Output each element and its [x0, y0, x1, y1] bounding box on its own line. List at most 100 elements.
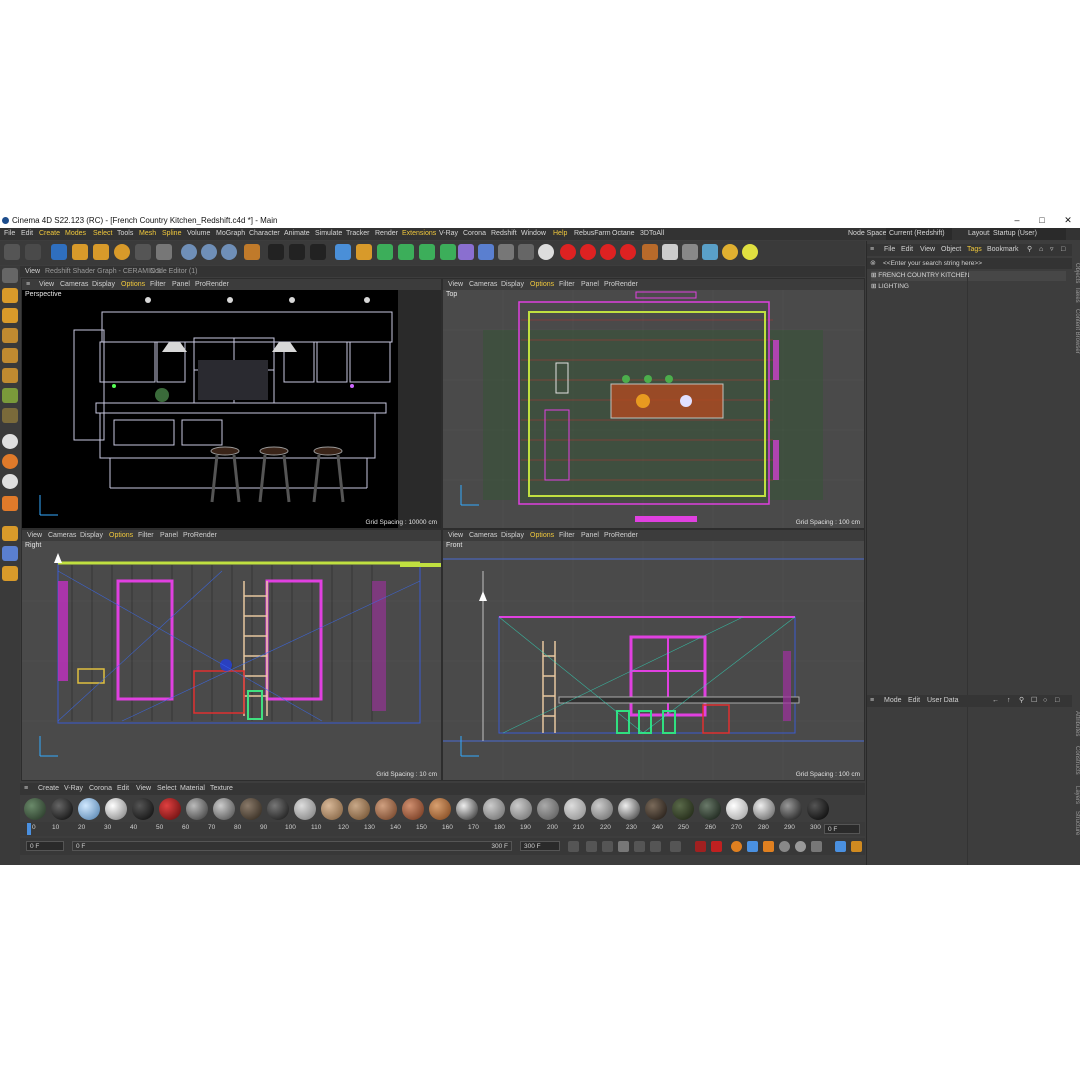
environment-icon[interactable]	[478, 244, 494, 260]
field-icon[interactable]	[458, 244, 474, 260]
viewport-display-menu[interactable]: Display	[501, 530, 524, 541]
cube-icon[interactable]	[335, 244, 351, 260]
minimize-button[interactable]: –	[1005, 213, 1029, 228]
end-frame-field[interactable]: 300 F	[520, 841, 560, 851]
viewport-cameras-menu[interactable]: Cameras	[60, 279, 88, 290]
material-swatch[interactable]	[51, 798, 73, 820]
material-swatch[interactable]	[807, 798, 829, 820]
menu-rebusfarm[interactable]: RebusFarm	[574, 228, 611, 240]
attributes-mode-menu[interactable]: Mode	[884, 695, 902, 707]
lock-icon[interactable]: ☐	[1031, 695, 1037, 707]
mm-create-menu[interactable]: Create	[38, 783, 59, 795]
timeline-window-icon[interactable]	[835, 841, 846, 852]
snap-settings-icon[interactable]	[2, 454, 18, 469]
viewport-prorender-menu[interactable]: ProRender	[604, 279, 638, 290]
material-swatch[interactable]	[591, 798, 613, 820]
attributes-edit-menu[interactable]: Edit	[908, 695, 920, 707]
color-icon[interactable]	[722, 244, 738, 260]
viewport-display-menu[interactable]: Display	[501, 279, 524, 290]
search-icon[interactable]: ⚲	[1019, 695, 1024, 707]
right-viewport[interactable]: View Cameras Display Options Filter Pane…	[21, 529, 442, 781]
undo-icon[interactable]	[4, 244, 20, 260]
render-picture-viewer-icon[interactable]	[289, 244, 305, 260]
position-key-icon[interactable]	[747, 841, 758, 852]
viewport-menu-icon[interactable]: ≡	[24, 279, 32, 290]
menu-animate[interactable]: Animate	[284, 228, 310, 240]
menu-help[interactable]: Help	[553, 228, 567, 240]
perspective-viewport[interactable]: ≡ View Cameras Display Options Filter Pa…	[21, 278, 442, 529]
clear-search-icon[interactable]: ⊗	[870, 258, 876, 269]
close-button[interactable]: ✕	[1056, 213, 1080, 228]
record-icon[interactable]	[695, 841, 706, 852]
material-swatch[interactable]	[618, 798, 640, 820]
material-swatch[interactable]	[294, 798, 316, 820]
octane-icon[interactable]	[682, 244, 698, 260]
preview-range-slider[interactable]: 0 F 300 F	[72, 841, 512, 851]
pen-spline-icon[interactable]	[356, 244, 372, 260]
material-menu-icon[interactable]: ≡	[24, 783, 28, 795]
attributes-menu-icon[interactable]: ≡	[870, 695, 874, 707]
material-swatch[interactable]	[186, 798, 208, 820]
material-swatch[interactable]	[375, 798, 397, 820]
mm-corona-menu[interactable]: Corona	[89, 783, 112, 795]
menu-mesh[interactable]: Mesh	[139, 228, 156, 240]
menu-corona[interactable]: Corona	[463, 228, 486, 240]
move-tool-icon[interactable]	[72, 244, 88, 260]
subdivision-icon[interactable]	[377, 244, 393, 260]
layout-dropdown[interactable]: Startup (User)	[990, 228, 1066, 240]
tab-structure[interactable]: Structure	[1071, 811, 1080, 851]
viewport-cameras-menu[interactable]: Cameras	[469, 279, 497, 290]
pla-key-icon[interactable]	[811, 841, 822, 852]
material-swatch[interactable]	[132, 798, 154, 820]
menu-simulate[interactable]: Simulate	[315, 228, 342, 240]
deformer-icon[interactable]	[440, 244, 456, 260]
axis-mode-icon[interactable]	[2, 408, 18, 423]
mm-vray-menu[interactable]: V-Ray	[64, 783, 83, 795]
tab-node-editor[interactable]: Node Editor (1)	[150, 266, 197, 277]
om-edit-menu[interactable]: Edit	[901, 244, 913, 256]
viewport-filter-menu[interactable]: Filter	[559, 279, 575, 290]
redshift-icon-3[interactable]	[600, 244, 616, 260]
current-frame-field[interactable]: 0 F	[824, 824, 860, 834]
object-row[interactable]: ⊞ LIGHTING	[871, 282, 1066, 292]
start-frame-field[interactable]: 0 F	[26, 841, 64, 851]
camera-icon[interactable]	[518, 244, 534, 260]
material-swatch[interactable]	[267, 798, 289, 820]
tab-redshift-shader-graph[interactable]: Redshift Shader Graph - CERAMIC 5	[45, 266, 161, 277]
menu-volume[interactable]: Volume	[187, 228, 210, 240]
material-swatch[interactable]	[24, 798, 46, 820]
viewport-panel-menu[interactable]: Panel	[581, 530, 599, 541]
viewport-panel-menu[interactable]: Panel	[172, 279, 190, 290]
material-swatch[interactable]	[753, 798, 775, 820]
material-swatch[interactable]	[429, 798, 451, 820]
menu-tools[interactable]: Tools	[117, 228, 133, 240]
next-frame-icon[interactable]	[634, 841, 645, 852]
home-icon[interactable]: ⌂	[1039, 244, 1043, 256]
menu-window[interactable]: Window	[521, 228, 546, 240]
model-mode-icon[interactable]	[2, 288, 18, 303]
scale-tool-icon[interactable]	[93, 244, 109, 260]
tab-view[interactable]: View	[25, 266, 40, 277]
om-tags-menu[interactable]: Tags	[967, 244, 982, 256]
playhead[interactable]	[27, 823, 31, 835]
viewport-view-menu[interactable]: View	[39, 279, 54, 290]
rotation-key-icon[interactable]	[779, 841, 790, 852]
parameter-key-icon[interactable]	[795, 841, 806, 852]
search-bar[interactable]: ⊗ <<Enter your search string here>>	[867, 258, 1072, 269]
menu-edit[interactable]: Edit	[21, 228, 33, 240]
viewport-prorender-menu[interactable]: ProRender	[604, 530, 638, 541]
menu-redshift[interactable]: Redshift	[491, 228, 517, 240]
material-swatch[interactable]	[456, 798, 478, 820]
search-input[interactable]: <<Enter your search string here>>	[883, 258, 982, 269]
recent-tools-icon[interactable]	[135, 244, 151, 260]
menu-render[interactable]: Render	[375, 228, 398, 240]
top-viewport[interactable]: View Cameras Display Options Filter Pane…	[442, 278, 865, 529]
timeline-ruler[interactable]: 0 10 20 30 40 50 60 70 80 90 100 110 120…	[20, 822, 865, 836]
object-manager-menu-icon[interactable]: ≡	[870, 244, 874, 256]
new-window-icon[interactable]: □	[1055, 695, 1059, 707]
redo-icon[interactable]	[25, 244, 41, 260]
menu-file[interactable]: File	[4, 228, 15, 240]
grid-icon[interactable]	[2, 546, 18, 561]
front-viewport[interactable]: View Cameras Display Options Filter Pane…	[442, 529, 865, 781]
go-to-start-icon[interactable]	[568, 841, 579, 852]
